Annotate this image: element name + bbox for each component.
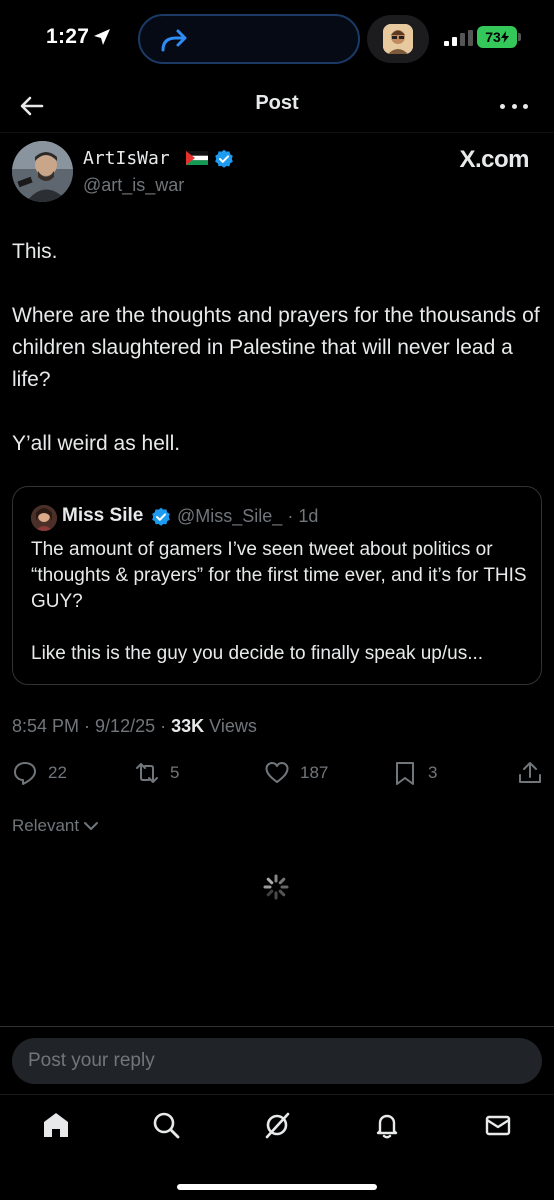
repost-icon [136,763,158,783]
quoted-post-card[interactable]: Miss Sile @Miss_Sile_ · 1d The amount of… [12,486,542,685]
quote-author-name: Miss Sile [62,505,144,526]
status-bar: 1:27 73 [0,0,554,78]
bell-icon[interactable] [372,1110,402,1140]
battery-tip [518,33,521,41]
reply-icon [14,762,36,785]
home-icon[interactable] [41,1110,71,1140]
author-name[interactable]: ArtIsWar [83,148,170,169]
post-time[interactable]: 8:54 PM [12,716,79,736]
chevron-down-icon [84,822,99,830]
bookmark-icon [396,762,414,785]
reply-divider [0,1026,554,1027]
island-avatar-container[interactable] [367,15,429,63]
author-handle[interactable]: @art_is_war [83,175,184,196]
replies-sort-label: Relevant [12,816,80,835]
reply-input[interactable] [28,1038,528,1084]
bookmark-button[interactable]: 3 [392,758,437,788]
palestine-flag-icon [186,151,208,165]
status-time: 1:27 [46,25,90,48]
search-icon[interactable] [151,1110,181,1140]
post-timestamp-views: 8:54 PM · 9/12/25 · 33K Views [12,716,257,736]
grok-icon[interactable] [262,1110,292,1140]
like-count: 187 [300,763,329,782]
bottom-nav-divider [0,1094,554,1095]
loading-spinner-icon [263,874,289,900]
page-title: Post [255,92,299,114]
mail-icon[interactable] [483,1110,513,1140]
verified-badge-icon [215,149,233,168]
share-arrow-icon [161,29,187,52]
repost-button[interactable]: 5 [134,758,179,788]
source-label: X.com [459,146,529,173]
reply-button[interactable]: 22 [12,758,67,788]
heart-icon [265,762,289,783]
island-avatar [383,24,413,54]
cellular-signal-icon [444,30,473,46]
more-icon[interactable] [500,94,528,118]
charging-bolt-icon [500,31,509,43]
location-arrow-icon [94,29,110,45]
header-divider [0,132,554,133]
repost-count: 5 [170,763,180,782]
quote-text: The amount of gamers I’ve seen tweet abo… [31,539,527,664]
quote-author-handle: @Miss_Sile_ [177,506,283,526]
reply-box[interactable] [12,1038,542,1084]
reply-count: 22 [48,763,67,782]
views-count: 33K [171,716,205,736]
share-icon [519,762,541,783]
author-avatar[interactable] [12,141,73,202]
bookmark-count: 3 [428,763,438,782]
quote-author-avatar [31,505,57,531]
dynamic-island[interactable] [138,14,360,64]
like-button[interactable]: 187 [264,758,328,788]
home-indicator [177,1184,377,1190]
quote-meta: @Miss_Sile_ · 1d [177,506,319,526]
post-header: Post [0,78,554,132]
battery-level: 73 [485,29,501,45]
verified-badge-icon [152,507,170,526]
post-date[interactable]: 9/12/25 [95,716,155,736]
quote-age: 1d [298,506,319,526]
share-button[interactable] [517,758,543,788]
post-text: This. Where are the thoughts and prayers… [12,240,540,455]
battery-indicator: 73 [477,26,517,48]
replies-sort-dropdown[interactable]: Relevant [12,816,100,836]
views-label: Views [209,716,257,736]
